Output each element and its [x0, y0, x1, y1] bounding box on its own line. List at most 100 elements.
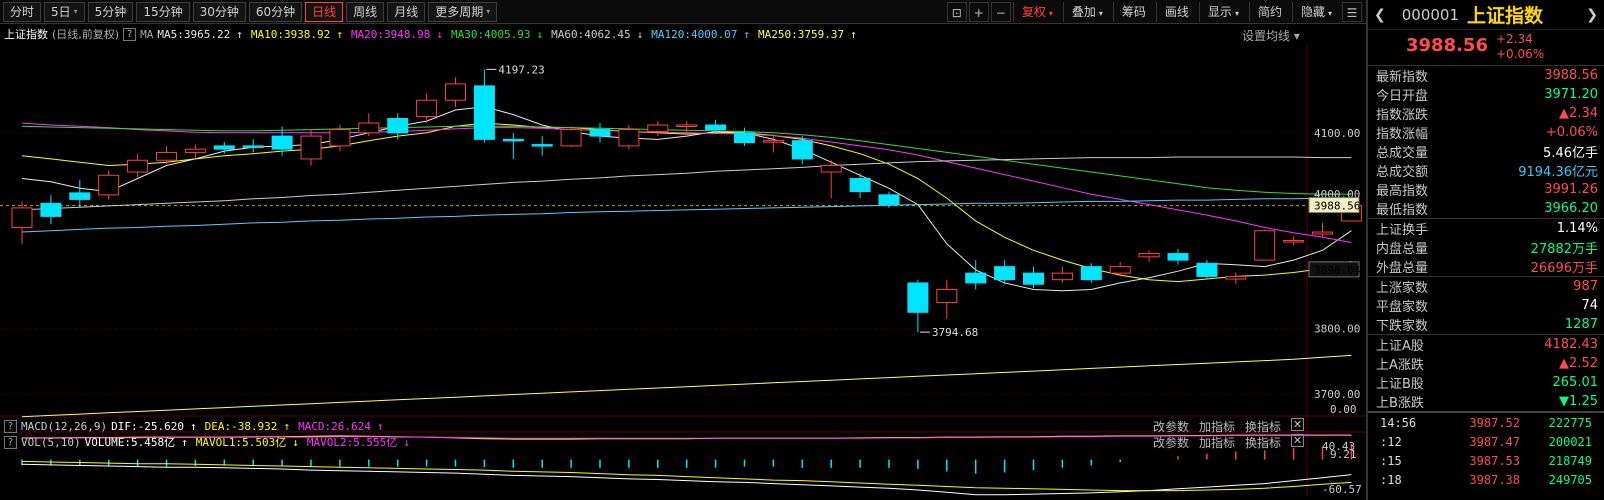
candle-body — [473, 85, 495, 140]
stat-label: 内盘总量 — [1376, 242, 1429, 257]
candle-body — [762, 140, 784, 143]
tick-price: 3987.47 — [1469, 434, 1520, 449]
stat-label: 上证换手 — [1376, 223, 1429, 238]
stat-row: 内盘总量 27882万手 — [1368, 238, 1604, 257]
annotation-label: 3794.68 — [932, 326, 978, 339]
volume-help-icon[interactable]: ? — [4, 435, 17, 449]
stat-value: 3991.26 — [1544, 182, 1598, 197]
stat-value: 3966.20 — [1544, 201, 1598, 216]
stat-row: 外盘总量 26696万手 — [1368, 257, 1604, 276]
candle-body — [589, 129, 611, 137]
candle-body — [127, 159, 149, 173]
volume-add-indicator-button[interactable]: 加指标 — [1199, 434, 1235, 451]
stat-label: 总成交额 — [1376, 165, 1429, 180]
macd-help-icon[interactable]: ? — [4, 419, 17, 433]
volume-axis-label: 0.00 — [1330, 403, 1357, 416]
app-root: 分时 5日 ▾ 5分钟 15分钟 30分钟 60分钟 日线 周线 月线 更多周期 ▾ ⊡ + − 复权… — [0, 0, 1604, 500]
candle-body — [936, 288, 958, 304]
macd-params-button[interactable]: 改参数 — [1153, 418, 1189, 435]
candle-body — [271, 135, 293, 150]
volume-close-icon[interactable]: ✕ — [1291, 434, 1304, 447]
tick-price: 3987.53 — [1469, 453, 1520, 468]
next-stock-icon[interactable]: ❯ — [1586, 7, 1598, 23]
stat-value: 3971.20 — [1544, 87, 1598, 102]
volume-values: VOLUME:5.458亿 ↑ MAVOL1:5.503亿 ↓ MAVOL2:5.555… — [85, 434, 418, 450]
price-axis-label: 3988.56 — [1314, 200, 1360, 213]
stat-row: 平盘家数 74 — [1368, 296, 1604, 315]
candle-body — [560, 129, 582, 147]
candle-body — [965, 272, 987, 284]
stat-value: 26696万手 — [1530, 261, 1598, 276]
tick-row: 14:56 3987.52 222775 — [1368, 413, 1604, 432]
tick-time: :12 — [1380, 434, 1402, 449]
stat-label: 上证B股 — [1376, 377, 1424, 392]
stats-list-4: 上证A股 4182.43 上A涨跌 ▲2.52 上证B股 265.01 上B涨跌 ▼1.25 — [1368, 334, 1604, 411]
stat-row: 下跌家数 1287 — [1368, 315, 1604, 334]
candle-body — [242, 145, 264, 148]
candle-body — [98, 174, 120, 196]
stat-label: 外盘总量 — [1376, 261, 1429, 276]
indicator-label: DEA:-38.932 — [204, 419, 278, 433]
volume-tools: 改参数 加指标 换指标 ✕ — [1143, 434, 1304, 451]
tick-row: :18 3987.38 249705 — [1368, 470, 1604, 489]
stat-label: 上涨家数 — [1376, 281, 1429, 296]
stat-row: 上证换手 1.14% — [1368, 219, 1604, 238]
ma-line-ma120 — [21, 197, 1352, 233]
candle-body — [1225, 275, 1247, 280]
volume-params-button[interactable]: 改参数 — [1153, 434, 1189, 451]
price-axis-label: 3700.00 — [1314, 388, 1360, 401]
candle-body — [734, 132, 755, 144]
indicator-value: MACD:26.624 ↑ — [298, 420, 387, 433]
candle-body — [1312, 231, 1333, 235]
stat-label: 最高指数 — [1376, 184, 1429, 199]
macd-axis-label: -60.57 — [1322, 483, 1362, 496]
trend-arrow-icon: ↑ — [376, 419, 384, 433]
price-axis-label: 3890.04 — [1314, 264, 1361, 277]
last-price: 3988.56 — [1406, 35, 1488, 56]
candle-body — [1196, 262, 1218, 277]
tick-time: :18 — [1380, 472, 1402, 487]
candle-body — [849, 178, 871, 193]
stat-row: 上证B股 265.01 — [1368, 373, 1604, 392]
volume-swap-indicator-button[interactable]: 换指标 — [1245, 434, 1281, 451]
macd-add-indicator-button[interactable]: 加指标 — [1199, 418, 1235, 435]
stock-name: 上证指数 — [1467, 5, 1544, 27]
candle-body — [1051, 272, 1073, 281]
macd-close-icon[interactable]: ✕ — [1291, 418, 1304, 431]
trend-arrow-icon: ↓ — [292, 436, 299, 449]
candle-body — [40, 202, 62, 217]
indicator-value: DIF:-25.620 ↑ — [111, 420, 200, 433]
stats-list: 最新指数 3988.56 今日开盘 3971.20 指数涨跌 ▲2.34 指数涨幅 +0.06… — [1368, 66, 1604, 218]
stat-row: 指数涨幅 +0.06% — [1368, 123, 1604, 142]
candle-body — [300, 135, 322, 160]
tick-volume: 200021 — [1548, 434, 1592, 449]
stat-label: 今日开盘 — [1376, 89, 1429, 104]
candle-body — [791, 140, 813, 160]
tick-volume: 222775 — [1548, 415, 1592, 430]
stat-label: 上A涨跌 — [1376, 358, 1424, 373]
tick-time: 14:56 — [1380, 415, 1417, 430]
macd-indicator-name: MACD(12,26,9) — [21, 419, 108, 433]
candle-body — [1080, 266, 1102, 281]
prev-stock-icon[interactable]: ❮ — [1374, 7, 1386, 23]
candle-body — [994, 266, 1016, 281]
candle-body — [647, 124, 669, 133]
stat-label: 指数涨幅 — [1376, 127, 1429, 142]
quote-panel: ❮ 000001 上证指数 ❯ 3988.56 +2.34 +0.06% 最新指… — [1366, 0, 1604, 500]
price-block: 3988.56 +2.34 +0.06% — [1368, 30, 1604, 66]
candle-body — [1254, 230, 1276, 261]
candle-body — [213, 145, 235, 150]
stat-value: 27882万手 — [1530, 242, 1598, 257]
candle-body — [907, 282, 929, 313]
stat-value: ▲2.34 — [1559, 106, 1598, 121]
stat-row: 指数涨跌 ▲2.34 — [1368, 104, 1604, 123]
candle-body — [531, 144, 553, 147]
candle-body — [1167, 253, 1189, 261]
stat-value: 9194.36亿元 — [1518, 165, 1598, 180]
candle-body — [878, 194, 900, 206]
macd-swap-indicator-button[interactable]: 换指标 — [1245, 418, 1281, 435]
candle-body — [618, 129, 640, 147]
indicator-label: DIF:-25.620 — [111, 419, 184, 433]
stats-list-2: 上证换手 1.14% 内盘总量 27882万手外盘总量 26696万手 — [1368, 218, 1604, 276]
stat-value: 3988.56 — [1544, 68, 1598, 83]
